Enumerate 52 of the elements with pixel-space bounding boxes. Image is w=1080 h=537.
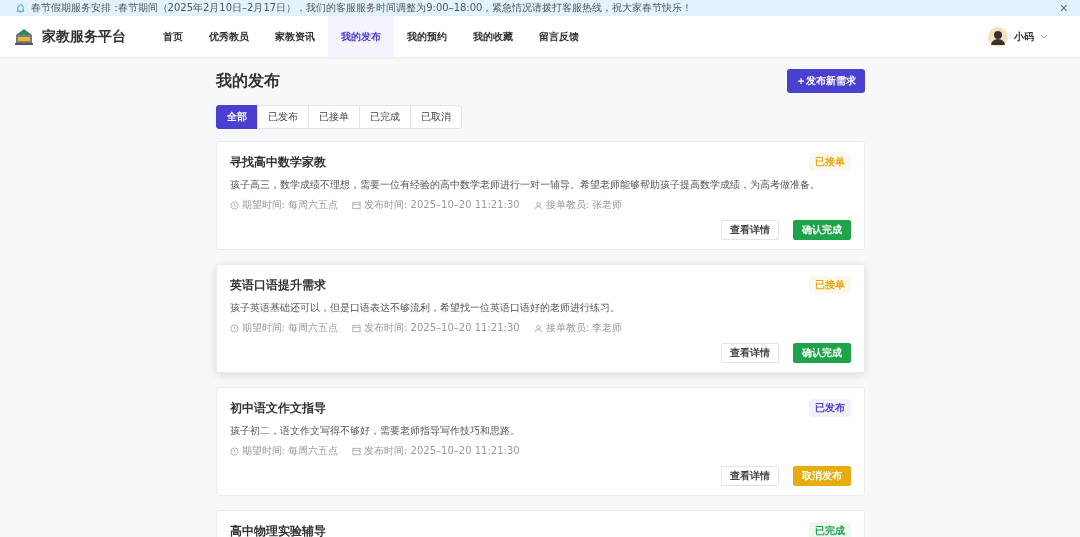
nav-link[interactable]: 我的预约 bbox=[394, 16, 460, 57]
publish-time: 发布时间: 2025–10–20 11:21:30 bbox=[364, 198, 520, 212]
filter-tab[interactable]: 全部 bbox=[215, 105, 258, 129]
avatar[interactable] bbox=[988, 26, 1008, 47]
clock-icon bbox=[229, 323, 239, 333]
status-tag: 已完成 bbox=[808, 522, 851, 537]
nav-link[interactable]: 家教资讯 bbox=[262, 16, 328, 57]
card-description: 孩子高三，数学成绩不理想，需要一位有经验的高中数学老师进行一对一辅导。希望老师能够帮助孩子提高数学成绩，为高考做准备。 bbox=[229, 178, 821, 192]
details-button[interactable]: 查看详情 bbox=[720, 466, 779, 486]
nav-link[interactable]: 优秀教员 bbox=[196, 16, 262, 57]
bell-icon bbox=[16, 3, 25, 13]
card-title: 高中物理实验辅导 bbox=[229, 522, 326, 537]
nav-link[interactable]: 我的发布 bbox=[328, 16, 394, 57]
nav-link[interactable]: 留言反馈 bbox=[526, 16, 592, 57]
card-title: 初中语文作文指导 bbox=[229, 399, 326, 417]
details-button[interactable]: 查看详情 bbox=[720, 343, 779, 363]
chevron-down-icon[interactable] bbox=[1040, 34, 1048, 39]
card-title: 英语口语提升需求 bbox=[229, 276, 326, 294]
details-button[interactable]: 查看详情 bbox=[720, 220, 779, 240]
card-description: 孩子英语基础还可以，但是口语表达不够流利，希望找一位英语口语好的老师进行练习。 bbox=[229, 301, 621, 315]
logo-icon bbox=[14, 27, 34, 46]
status-tag: 已接单 bbox=[808, 153, 851, 171]
assigned-teacher: 接单教员: 李老师 bbox=[545, 321, 623, 335]
publish-time: 发布时间: 2025–10–20 11:21:30 bbox=[364, 444, 520, 458]
filter-tab[interactable]: 已完成 bbox=[358, 105, 411, 129]
new-request-button[interactable]: ＋发布新需求 bbox=[786, 69, 865, 93]
expected-time: 期望时间: 每周六五点 bbox=[241, 444, 339, 458]
filter-tab[interactable]: 已发布 bbox=[256, 105, 309, 129]
publish-time: 发布时间: 2025–10–20 11:21:30 bbox=[364, 321, 520, 335]
expected-time: 期望时间: 每周六五点 bbox=[241, 198, 339, 212]
user-icon bbox=[533, 323, 543, 333]
card-description: 孩子初二，语文作文写得不够好，需要老师指导写作技巧和思路。 bbox=[229, 424, 521, 438]
close-button[interactable]: × bbox=[1059, 1, 1068, 15]
nav-link[interactable]: 首页 bbox=[150, 16, 196, 57]
page-title: 我的发布 bbox=[215, 70, 280, 92]
assigned-teacher: 接单教员: 张老师 bbox=[545, 198, 623, 212]
status-tag: 已发布 bbox=[808, 399, 851, 417]
filter-tab[interactable]: 已接单 bbox=[307, 105, 360, 129]
user-name[interactable]: 小码 bbox=[1014, 29, 1034, 44]
brand-name: 家教服务平台 bbox=[42, 27, 126, 46]
calendar-icon bbox=[352, 323, 362, 333]
card-title: 寻找高中数学家教 bbox=[229, 153, 326, 171]
calendar-icon bbox=[352, 446, 362, 456]
calendar-icon bbox=[352, 200, 362, 210]
filter-tab[interactable]: 已取消 bbox=[409, 105, 462, 129]
clock-icon bbox=[229, 200, 239, 210]
nav-link[interactable]: 我的收藏 bbox=[460, 16, 526, 57]
user-icon bbox=[533, 200, 543, 210]
status-tag: 已接单 bbox=[808, 276, 851, 294]
clock-icon bbox=[229, 446, 239, 456]
expected-time: 期望时间: 每周六五点 bbox=[241, 321, 339, 335]
notice-text: 春节假期服务安排 :春节期间（2025年2月10日–2月17日），我们的客服服务时间调整为9:00–18:00，紧急情况请拨打客服热线，祝大家春节快乐！ bbox=[31, 1, 694, 15]
